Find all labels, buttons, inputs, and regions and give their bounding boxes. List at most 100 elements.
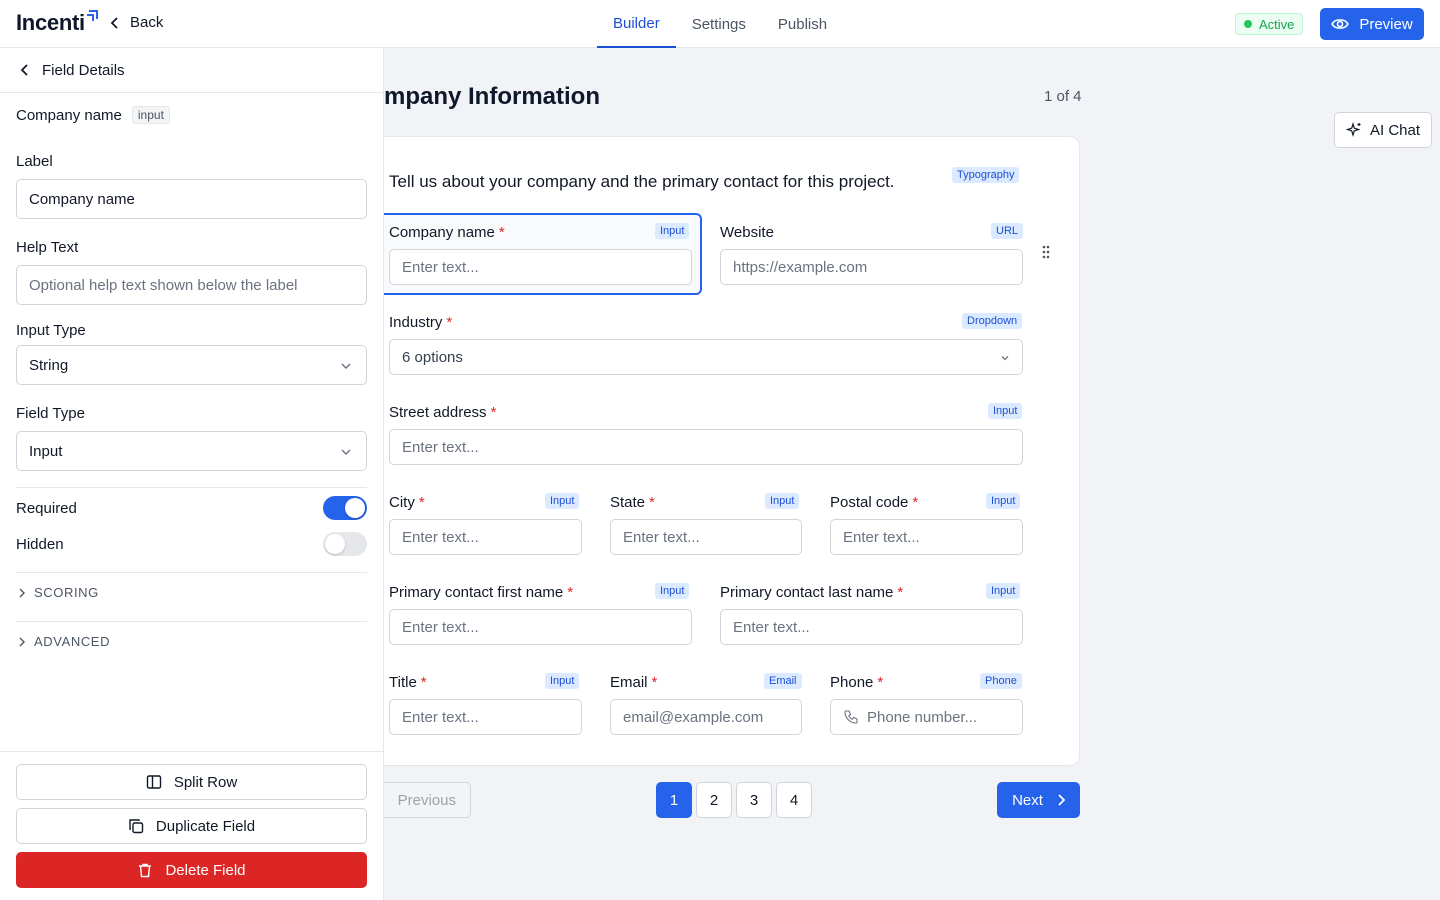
help-text-heading: Help Text (16, 239, 79, 256)
status-badge: Active (1235, 13, 1304, 35)
title-input[interactable]: Enter text... (389, 699, 582, 735)
main-tabs: Builder Settings Publish (597, 0, 843, 48)
chevron-down-icon (1001, 356, 1009, 361)
city-input[interactable]: Enter text... (389, 519, 582, 555)
state-input[interactable]: Enter text... (610, 519, 802, 555)
drag-handle-icon[interactable] (1042, 245, 1050, 259)
selected-field-name: Company name input (16, 106, 170, 124)
page-button-4[interactable]: 4 (776, 782, 812, 818)
builder-canvas: Company Information 1 of 4 AI Chat Tell … (384, 48, 1440, 900)
company-name-input[interactable]: Enter text... (389, 249, 692, 285)
duplicate-field-label: Duplicate Field (155, 817, 256, 835)
tab-builder[interactable]: Builder (597, 0, 676, 48)
field-kind-chip: input (131, 106, 170, 124)
field-label-first-name: Primary contact first name * (389, 584, 574, 601)
required-row: Required (16, 496, 367, 520)
split-row-button[interactable]: Split Row (16, 764, 367, 800)
copy-icon (129, 819, 144, 834)
tab-settings[interactable]: Settings (676, 0, 762, 48)
field-type-badge: URL (991, 223, 1024, 239)
email-input[interactable]: email@example.com (610, 699, 802, 735)
phone-icon (844, 710, 858, 724)
hidden-label: Hidden (16, 535, 64, 553)
label-heading: Label (16, 153, 53, 170)
field-label-website: Website (720, 224, 774, 241)
field-type-badge: Input (655, 223, 690, 239)
field-type-badge: Email (764, 673, 802, 689)
scoring-section-toggle[interactable]: SCORING (18, 585, 99, 600)
first-name-input[interactable]: Enter text... (389, 609, 692, 645)
status-dot-icon (1244, 20, 1252, 28)
last-name-input[interactable]: Enter text... (720, 609, 1023, 645)
top-bar: Incenti Back Builder Settings Publish Ac… (0, 0, 1440, 48)
ai-chat-button[interactable]: AI Chat (1334, 112, 1432, 148)
page-button-3[interactable]: 3 (736, 782, 772, 818)
chevron-right-icon (1058, 794, 1065, 806)
page-button-1[interactable]: 1 (656, 782, 692, 818)
field-label-company: Company name * (389, 224, 505, 241)
back-label: Back (130, 14, 164, 31)
columns-icon (146, 775, 162, 789)
website-input[interactable]: https://example.com (720, 249, 1023, 285)
field-type-heading: Field Type (16, 405, 85, 422)
field-label-city: City * (389, 494, 425, 511)
trash-icon (139, 863, 152, 878)
chevron-right-icon (19, 588, 25, 597)
split-row-label: Split Row (173, 773, 238, 791)
help-text-input[interactable]: Optional help text shown below the label (16, 265, 367, 305)
delete-field-button[interactable]: Delete Field (16, 852, 367, 888)
label-input[interactable]: Company name (16, 179, 367, 219)
input-type-heading: Input Type (16, 322, 86, 339)
industry-select[interactable]: 6 options (389, 339, 1023, 375)
sparkles-icon (1345, 122, 1361, 138)
field-label-phone: Phone * (830, 674, 884, 691)
field-label-industry: Industry * (389, 314, 453, 331)
preview-button[interactable]: Preview (1320, 8, 1424, 40)
ai-chat-label: AI Chat (1369, 121, 1421, 139)
sidebar-title: Field Details (42, 61, 125, 79)
field-type-select[interactable]: Input (16, 431, 367, 471)
chevron-down-icon (341, 449, 351, 455)
advanced-label: ADVANCED (34, 634, 111, 649)
next-label: Next (1012, 791, 1043, 809)
divider (16, 621, 367, 622)
scoring-label: SCORING (34, 585, 99, 600)
field-type-badge: Dropdown (962, 313, 1023, 329)
chevron-down-icon (341, 363, 351, 369)
hidden-row: Hidden (16, 532, 367, 556)
tab-publish[interactable]: Publish (762, 0, 843, 48)
field-type-badge: Input (655, 583, 690, 599)
field-type-badge: Input (986, 493, 1021, 509)
intro-text: Tell us about your company and the prima… (389, 172, 895, 191)
field-type-value: Input (29, 442, 63, 460)
logo-arrow-icon (87, 10, 98, 21)
page-button-2[interactable]: 2 (696, 782, 732, 818)
hidden-toggle[interactable] (323, 532, 367, 556)
phone-input[interactable]: Phone number... (830, 699, 1023, 735)
duplicate-field-button[interactable]: Duplicate Field (16, 808, 367, 844)
field-label-street: Street address * (389, 404, 497, 421)
preview-label: Preview (1359, 15, 1413, 33)
previous-button[interactable]: Previous (384, 782, 471, 818)
field-label-title: Title * (389, 674, 427, 691)
postal-code-input[interactable]: Enter text... (830, 519, 1023, 555)
advanced-section-toggle[interactable]: ADVANCED (18, 634, 110, 649)
input-type-value: String (29, 356, 69, 374)
street-address-input[interactable]: Enter text... (389, 429, 1023, 465)
chevron-left-icon (110, 16, 118, 29)
field-details-sidebar: Field Details Company name input Label C… (0, 48, 384, 900)
input-type-select[interactable]: String (16, 345, 367, 385)
field-details-back[interactable]: Field Details (0, 48, 383, 93)
field-label-last-name: Primary contact last name * (720, 584, 904, 601)
required-toggle[interactable] (323, 496, 367, 520)
chevron-left-icon (20, 64, 28, 76)
field-label-postal: Postal code * (830, 494, 919, 511)
phone-placeholder: Phone number... (867, 708, 978, 726)
industry-value: 6 options (402, 348, 463, 366)
typography-badge: Typography (952, 167, 1020, 183)
next-button[interactable]: Next (997, 782, 1080, 818)
chevron-right-icon (19, 637, 25, 646)
back-button[interactable]: Back (110, 14, 163, 31)
toggle-knob (325, 534, 345, 554)
field-type-badge: Input (986, 583, 1021, 599)
